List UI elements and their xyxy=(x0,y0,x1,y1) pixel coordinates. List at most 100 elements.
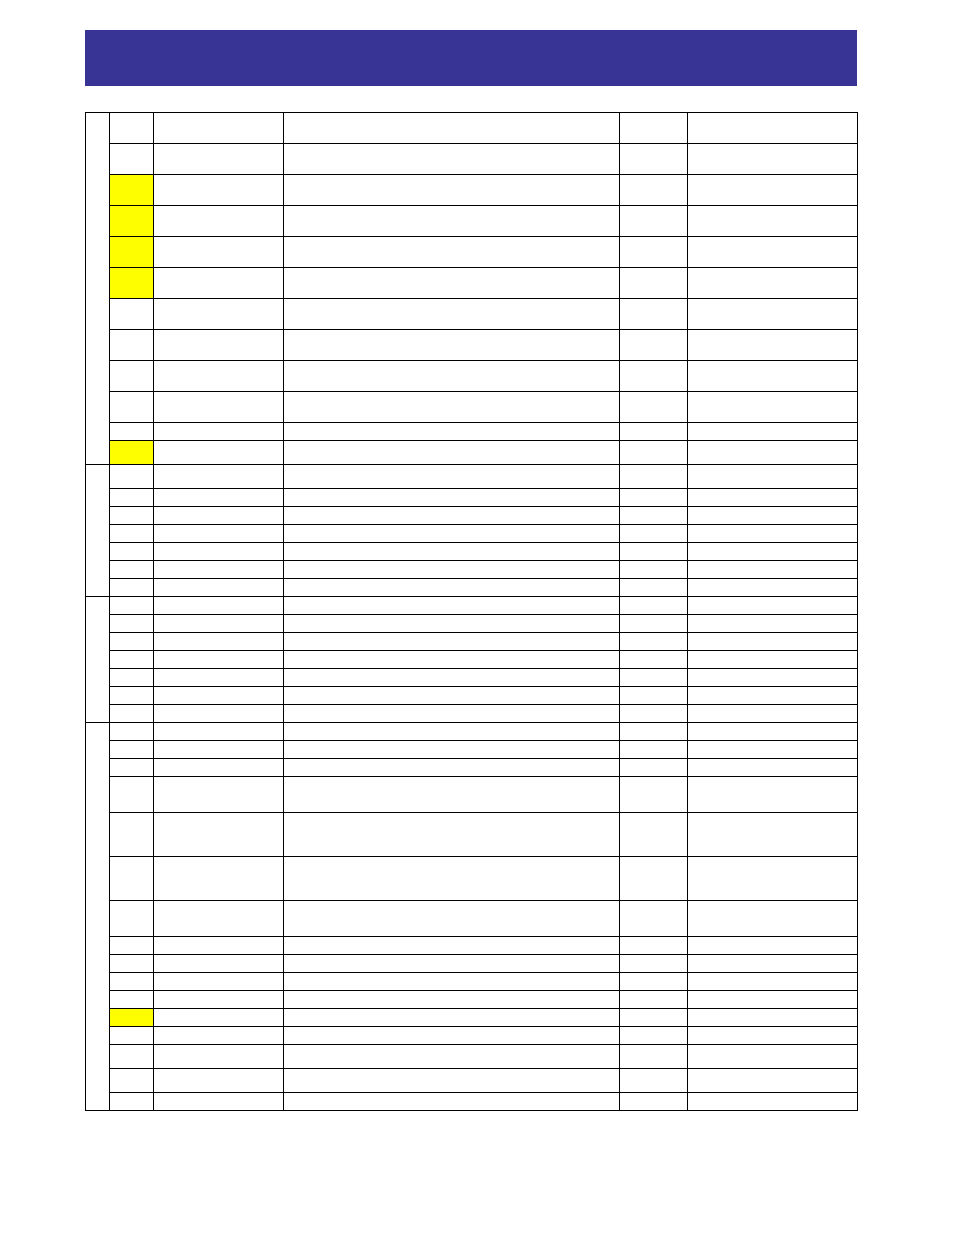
cell-col3 xyxy=(154,633,284,651)
cell-col3 xyxy=(154,813,284,857)
cell-col4 xyxy=(284,1009,620,1027)
cell-col2 xyxy=(110,759,154,777)
cell-col3 xyxy=(154,489,284,507)
cell-col4 xyxy=(284,777,620,813)
cell-col5 xyxy=(620,543,688,561)
cell-col5 xyxy=(620,392,688,423)
table-row xyxy=(86,441,858,465)
cell-col5 xyxy=(620,268,688,299)
cell-col5 xyxy=(620,597,688,615)
cell-col5 xyxy=(620,507,688,525)
cell-col4 xyxy=(284,175,620,206)
cell-col4 xyxy=(284,507,620,525)
cell-col5 xyxy=(620,299,688,330)
cell-col3 xyxy=(154,423,284,441)
cell-col4 xyxy=(284,723,620,741)
cell-col3 xyxy=(154,955,284,973)
cell-col6 xyxy=(688,579,858,597)
cell-col3 xyxy=(154,759,284,777)
cell-col6 xyxy=(688,237,858,268)
cell-col3 xyxy=(154,237,284,268)
cell-col2 xyxy=(110,973,154,991)
data-table xyxy=(85,112,858,1111)
cell-col3 xyxy=(154,579,284,597)
cell-col2 xyxy=(110,937,154,955)
cell-col4 xyxy=(284,268,620,299)
table-row xyxy=(86,633,858,651)
cell-col4 xyxy=(284,1069,620,1093)
cell-col2 xyxy=(110,669,154,687)
table-row xyxy=(86,1027,858,1045)
table-row xyxy=(86,144,858,175)
cell-col2 xyxy=(110,237,154,268)
cell-col5 xyxy=(620,489,688,507)
cell-col3 xyxy=(154,991,284,1009)
table-row xyxy=(86,561,858,579)
cell-col5 xyxy=(620,901,688,937)
cell-col4 xyxy=(284,579,620,597)
cell-col3 xyxy=(154,669,284,687)
table-row xyxy=(86,741,858,759)
cell-col4 xyxy=(284,955,620,973)
cell-col3 xyxy=(154,175,284,206)
cell-col6 xyxy=(688,525,858,543)
cell-col4 xyxy=(284,465,620,489)
cell-col4 xyxy=(284,615,620,633)
cell-col2 xyxy=(110,561,154,579)
cell-col6 xyxy=(688,423,858,441)
table-row xyxy=(86,1009,858,1027)
cell-col4 xyxy=(284,597,620,615)
group-cell xyxy=(86,723,110,1111)
cell-col3 xyxy=(154,561,284,579)
cell-col6 xyxy=(688,597,858,615)
table-row xyxy=(86,973,858,991)
cell-col4 xyxy=(284,759,620,777)
cell-col6 xyxy=(688,561,858,579)
cell-col2 xyxy=(110,705,154,723)
cell-col2 xyxy=(110,392,154,423)
cell-col5 xyxy=(620,973,688,991)
cell-col2 xyxy=(110,113,154,144)
cell-col3 xyxy=(154,615,284,633)
cell-col3 xyxy=(154,597,284,615)
table-row xyxy=(86,543,858,561)
cell-col2 xyxy=(110,543,154,561)
cell-col5 xyxy=(620,991,688,1009)
cell-col6 xyxy=(688,206,858,237)
cell-col6 xyxy=(688,361,858,392)
cell-col4 xyxy=(284,525,620,543)
table-row xyxy=(86,579,858,597)
cell-col6 xyxy=(688,991,858,1009)
table-row xyxy=(86,901,858,937)
cell-col4 xyxy=(284,144,620,175)
cell-col4 xyxy=(284,857,620,901)
cell-col2 xyxy=(110,1009,154,1027)
cell-col6 xyxy=(688,901,858,937)
cell-col6 xyxy=(688,723,858,741)
cell-col3 xyxy=(154,525,284,543)
cell-col3 xyxy=(154,144,284,175)
cell-col2 xyxy=(110,901,154,937)
cell-col4 xyxy=(284,543,620,561)
table-row xyxy=(86,937,858,955)
table-row xyxy=(86,507,858,525)
table-row xyxy=(86,1045,858,1069)
table-row xyxy=(86,113,858,144)
cell-col6 xyxy=(688,299,858,330)
cell-col5 xyxy=(620,113,688,144)
cell-col4 xyxy=(284,937,620,955)
table-row xyxy=(86,465,858,489)
table-row xyxy=(86,669,858,687)
table-row xyxy=(86,330,858,361)
cell-col5 xyxy=(620,1027,688,1045)
cell-col4 xyxy=(284,651,620,669)
cell-col2 xyxy=(110,1027,154,1045)
cell-col4 xyxy=(284,330,620,361)
cell-col6 xyxy=(688,633,858,651)
cell-col2 xyxy=(110,723,154,741)
cell-col6 xyxy=(688,955,858,973)
cell-col3 xyxy=(154,206,284,237)
cell-col6 xyxy=(688,1009,858,1027)
cell-col3 xyxy=(154,937,284,955)
table-row xyxy=(86,361,858,392)
